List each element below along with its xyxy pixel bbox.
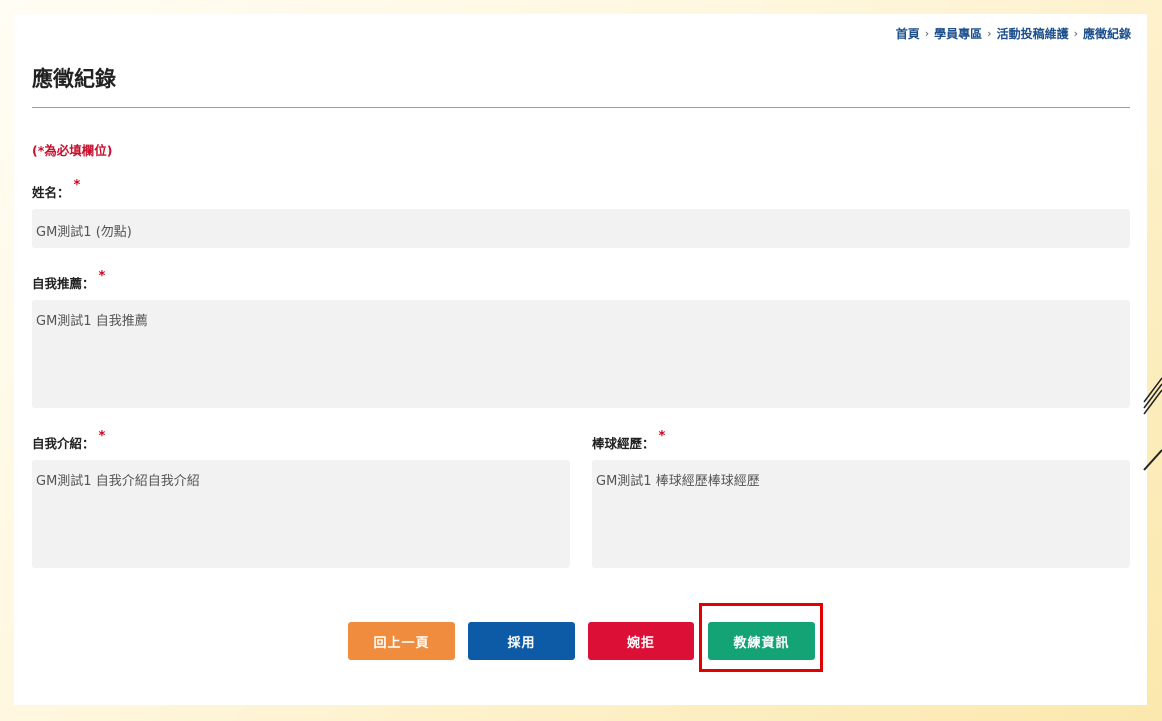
baseball-experience-label-text: 棒球經歷： <box>592 436 655 451</box>
page-title: 應徵紀錄 <box>32 67 116 91</box>
breadcrumb-student-area[interactable]: 學員專區 <box>934 25 982 42</box>
breadcrumb-home[interactable]: 首頁 <box>896 25 920 42</box>
name-label-text: 姓名： <box>32 185 70 200</box>
required-mark: * <box>658 429 666 444</box>
breadcrumb: 首頁 › 學員專區 › 活動投稿維護 › 應徵紀錄 <box>896 25 1131 42</box>
highlight-annotation <box>699 603 823 672</box>
breadcrumb-separator: › <box>924 27 930 40</box>
breadcrumb-current: 應徵紀錄 <box>1082 27 1131 41</box>
breadcrumb-activity-maintenance[interactable]: 活動投稿維護 <box>997 25 1069 42</box>
back-button[interactable]: 回上一頁 <box>348 622 455 660</box>
title-divider <box>32 107 1130 108</box>
self-recommend-label: 自我推薦： * <box>32 269 105 292</box>
main-panel: 首頁 › 學員專區 › 活動投稿維護 › 應徵紀錄 應徵紀錄 (*為必填欄位) … <box>14 14 1147 705</box>
baseball-experience-textarea[interactable]: GM測試1 棒球經歷棒球經歷 <box>592 460 1130 568</box>
decorative-stripes <box>1143 377 1162 471</box>
required-mark: * <box>98 429 106 444</box>
name-label: 姓名： * <box>32 178 80 201</box>
self-intro-textarea[interactable]: GM測試1 自我介紹自我介紹 <box>32 460 570 568</box>
self-intro-label: 自我介紹： * <box>32 429 105 452</box>
reject-button[interactable]: 婉拒 <box>588 622 694 660</box>
required-fields-note: (*為必填欄位) <box>32 143 113 158</box>
required-mark: * <box>98 269 106 284</box>
breadcrumb-separator: › <box>987 27 992 40</box>
name-field[interactable]: GM測試1 (勿點) <box>32 209 1130 248</box>
accept-button[interactable]: 採用 <box>468 622 575 660</box>
self-intro-label-text: 自我介紹： <box>32 436 95 451</box>
breadcrumb-separator: › <box>1073 27 1078 40</box>
required-mark: * <box>73 178 81 193</box>
self-recommend-textarea[interactable]: GM測試1 自我推薦 <box>32 300 1130 408</box>
self-recommend-label-text: 自我推薦： <box>32 276 95 291</box>
baseball-experience-label: 棒球經歷： * <box>592 429 665 452</box>
